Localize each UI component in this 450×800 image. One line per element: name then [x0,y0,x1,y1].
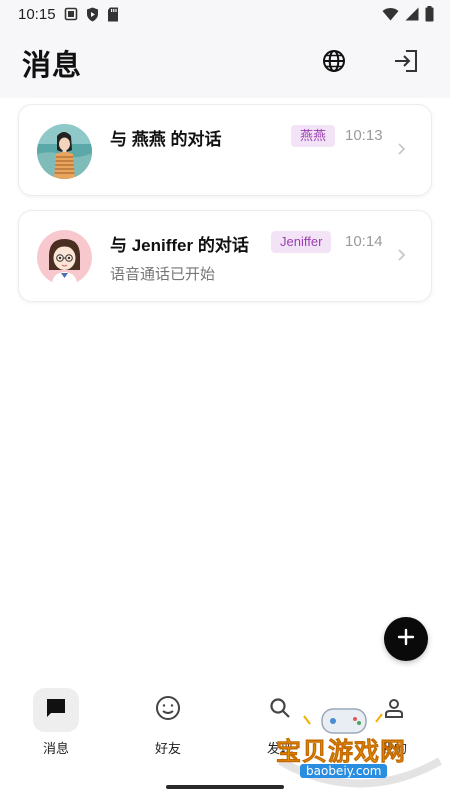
plus-icon [397,628,415,651]
smiley-icon [155,695,181,726]
battery-icon [425,6,434,22]
status-time: 10:15 [18,5,56,23]
header-actions [320,49,420,77]
conversation-item[interactable]: 与 燕燕 的对话 燕燕 10:13 [18,104,432,196]
sd-card-icon [107,7,119,22]
nav-icon-container [257,688,303,732]
wifi-icon [382,7,399,21]
chevron-right-icon [396,142,406,161]
nav-icon-container [145,688,191,732]
nav-icon-container [33,688,79,732]
conversation-title: 与 Jeniffer 的对话 [110,236,249,255]
nav-label: 发现 [266,741,293,756]
contact-tag: Jeniffer [271,231,332,253]
bottom-nav: 消息 好友 发现 我的 [0,688,450,772]
status-right [382,6,434,22]
status-left: 10:15 [18,6,119,23]
conversation-preview: 语音通话已开始 [110,266,216,283]
nav-item-profile[interactable]: 我的 [349,688,439,760]
conversation-title: 与 燕燕 的对话 [110,130,222,149]
new-conversation-button[interactable] [384,617,428,661]
avatar [37,230,92,285]
nav-item-discover[interactable]: 发现 [235,688,325,760]
logout-button[interactable] [392,49,420,77]
nav-label: 我的 [380,741,407,756]
signal-icon [405,7,419,21]
nav-label: 好友 [154,741,181,756]
shield-icon [86,7,99,22]
search-icon [268,696,292,725]
conversation-item[interactable]: 与 Jeniffer 的对话 Jeniffer 10:14 语音通话已开始 [18,210,432,302]
page-title: 消息 [22,50,83,82]
status-bar: 10:15 [0,0,450,28]
nav-label: 消息 [42,741,69,756]
chat-icon [44,696,68,725]
conversation-time: 10:13 [345,127,383,144]
nav-item-messages[interactable]: 消息 [11,688,101,760]
nav-icon-container [371,688,417,732]
language-button[interactable] [320,49,348,77]
contact-tag: 燕燕 [291,125,336,147]
chevron-right-icon [396,248,406,267]
notification-square-icon [64,7,78,21]
home-indicator [166,785,284,789]
nav-item-friends[interactable]: 好友 [123,688,213,760]
avatar [37,124,92,179]
conversation-list: 与 燕燕 的对话 燕燕 10:13 与 Jeniffer 的对话 Jeniffe… [0,98,450,316]
logout-icon [393,49,419,78]
conversation-time: 10:14 [345,233,383,250]
globe-icon [322,49,346,78]
person-icon [382,696,406,725]
app-header: 消息 [0,28,450,98]
